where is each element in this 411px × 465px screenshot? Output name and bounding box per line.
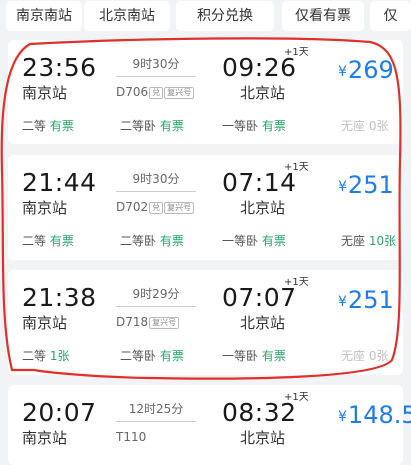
train-badge: 复兴号 <box>149 317 180 329</box>
depart-time: 21:44 <box>22 168 97 197</box>
seat-class: 二等卧 <box>120 349 160 363</box>
filter-chip[interactable]: 仅看有票 <box>282 1 364 31</box>
train-card[interactable]: 21:38 南京站 9时29分 D718 复兴号 07:07 +1天 北京站 ¥251 二等 1张… <box>8 270 403 375</box>
currency-symbol: ¥ <box>338 179 347 195</box>
ticket-price: ¥269 <box>338 56 394 86</box>
day-offset: +1天 <box>284 47 309 58</box>
price-value: 269 <box>347 56 394 84</box>
currency-symbol: ¥ <box>338 409 347 425</box>
seat-class: 二等卧 <box>120 119 160 133</box>
filter-chip[interactable]: 仅 <box>370 1 411 31</box>
train-number-text: T110 <box>116 430 147 444</box>
seat-availability: 二等卧 有票 <box>120 234 184 248</box>
depart-station: 南京站 <box>22 84 68 102</box>
seat-status: 0张 <box>368 349 389 363</box>
depart-time: 20:07 <box>22 398 97 427</box>
seat-class: 二等 <box>22 119 50 133</box>
seat-status: 有票 <box>159 234 184 248</box>
route-arrow <box>116 76 196 77</box>
day-offset: +1天 <box>284 392 309 403</box>
seat-status: 有票 <box>261 349 286 363</box>
seat-class: 无座 <box>341 234 369 248</box>
seat-class: 一等卧 <box>222 119 262 133</box>
seat-status: 0张 <box>368 119 389 133</box>
train-number: D706 兑复兴号 <box>116 85 195 99</box>
arrive-station: 北京站 <box>240 314 286 332</box>
ticket-price: ¥251 <box>338 286 394 316</box>
ticket-price: ¥251 <box>338 171 394 201</box>
seat-class: 无座 <box>341 349 369 363</box>
seat-class: 无座 <box>341 119 369 133</box>
seat-status: 有票 <box>49 119 74 133</box>
route-arrow <box>116 421 196 422</box>
train-badge: 复兴号 <box>164 202 195 214</box>
seat-class: 一等卧 <box>222 234 262 248</box>
seat-availability: 二等卧 有票 <box>120 119 184 133</box>
arrive-station: 北京站 <box>240 199 286 217</box>
train-badge: 兑 <box>149 87 164 99</box>
train-number: D702 兑复兴号 <box>116 200 195 214</box>
duration: 12时25分 <box>128 402 184 416</box>
depart-time: 21:38 <box>22 283 97 312</box>
seat-class: 二等 <box>22 349 50 363</box>
filter-bar: 南京南站 北京南站 积分兑换 仅看有票仅 <box>0 0 411 34</box>
seat-availability: 无座 10张 <box>341 234 396 248</box>
ticket-price: ¥148.5 <box>338 401 411 431</box>
seat-status: 10张 <box>368 234 397 248</box>
seat-status: 有票 <box>49 234 74 248</box>
duration: 9时29分 <box>132 287 180 301</box>
seat-class: 二等卧 <box>120 234 160 248</box>
price-value: 251 <box>347 171 394 199</box>
seat-availability: 二等 1张 <box>22 349 69 363</box>
train-number: D718 复兴号 <box>116 315 180 329</box>
duration: 9时30分 <box>132 57 180 71</box>
seat-availability: 二等 有票 <box>22 119 74 133</box>
day-offset: +1天 <box>284 162 309 173</box>
seat-status: 有票 <box>261 119 286 133</box>
depart-station: 南京站 <box>22 314 68 332</box>
currency-symbol: ¥ <box>338 294 347 310</box>
seat-status: 有票 <box>159 119 184 133</box>
train-badge: 复兴号 <box>164 87 195 99</box>
train-card[interactable]: 23:56 南京站 9时30分 D706 兑复兴号 09:26 +1天 北京站 ¥269 二等 有… <box>8 40 403 144</box>
seat-class: 一等卧 <box>222 349 262 363</box>
arrive-station: 北京站 <box>240 84 286 102</box>
depart-station: 南京站 <box>22 199 68 217</box>
arrive-station: 北京站 <box>240 429 286 447</box>
seat-status: 有票 <box>261 234 286 248</box>
filter-chip[interactable]: 北京南站 <box>84 1 170 31</box>
seat-class: 二等 <box>22 234 50 248</box>
train-number-text: D718 <box>116 315 149 329</box>
seat-availability: 二等卧 有票 <box>120 349 184 363</box>
filter-chip[interactable]: 南京南站 <box>6 1 82 31</box>
price-value: 148.5 <box>347 401 411 429</box>
depart-time: 23:56 <box>22 53 97 82</box>
duration: 9时30分 <box>132 172 180 186</box>
seat-availability: 无座 0张 <box>341 349 388 363</box>
seat-availability: 二等 有票 <box>22 234 74 248</box>
train-card[interactable]: 21:44 南京站 9时30分 D702 兑复兴号 07:14 +1天 北京站 ¥251 二等 有… <box>8 155 403 260</box>
day-offset: +1天 <box>284 277 309 288</box>
seat-status: 1张 <box>49 349 70 363</box>
seat-availability: 一等卧 有票 <box>222 119 286 133</box>
seat-availability: 无座 0张 <box>341 119 388 133</box>
route-arrow <box>116 306 196 307</box>
train-badge: 兑 <box>149 202 164 214</box>
seat-status: 有票 <box>159 349 184 363</box>
train-number: T110 <box>116 430 146 444</box>
seat-availability: 一等卧 有票 <box>222 234 286 248</box>
depart-station: 南京站 <box>22 429 68 447</box>
filter-chip[interactable]: 积分兑换 <box>176 1 274 31</box>
seat-availability: 一等卧 有票 <box>222 349 286 363</box>
currency-symbol: ¥ <box>338 64 347 80</box>
route-arrow <box>116 191 196 192</box>
price-value: 251 <box>347 286 394 314</box>
train-card[interactable]: 20:07 南京站 12时25分 T110 08:32 +1天 北京站 ¥148.5 <box>8 385 411 465</box>
train-number-text: D702 <box>116 200 149 214</box>
train-number-text: D706 <box>116 85 149 99</box>
